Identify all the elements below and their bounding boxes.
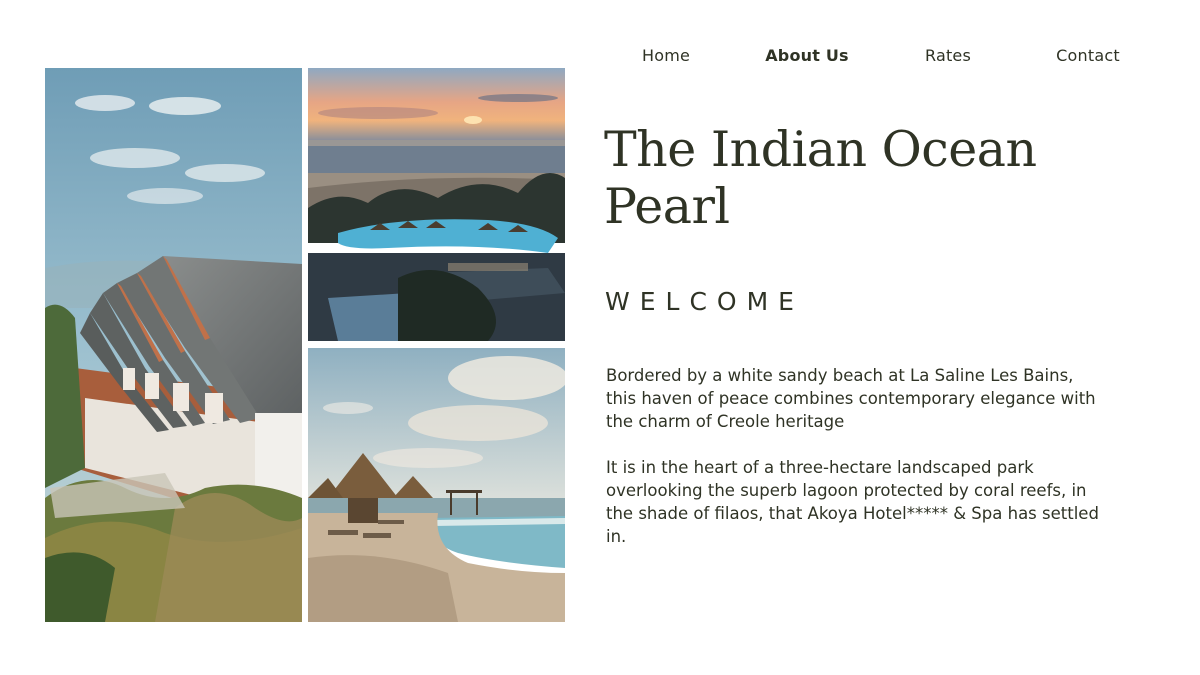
- welcome-heading: WELCOME: [605, 287, 804, 316]
- main-nav: Home About Us Rates Contact: [620, 46, 1140, 70]
- beach-pool-photo: [308, 348, 565, 622]
- description-paragraph: It is in the heart of a three-hectare la…: [606, 458, 1099, 546]
- nav-home[interactable]: Home: [606, 46, 726, 65]
- nav-rates[interactable]: Rates: [888, 46, 1008, 65]
- hotel-facade-photo: [45, 68, 302, 622]
- intro-paragraph: Bordered by a white sandy beach at La Sa…: [606, 366, 1096, 431]
- nav-about-us[interactable]: About Us: [747, 46, 867, 65]
- page-title: The Indian Ocean Pearl: [604, 121, 1037, 235]
- sunset-pool-photo: [308, 68, 565, 341]
- nav-contact[interactable]: Contact: [1028, 46, 1148, 65]
